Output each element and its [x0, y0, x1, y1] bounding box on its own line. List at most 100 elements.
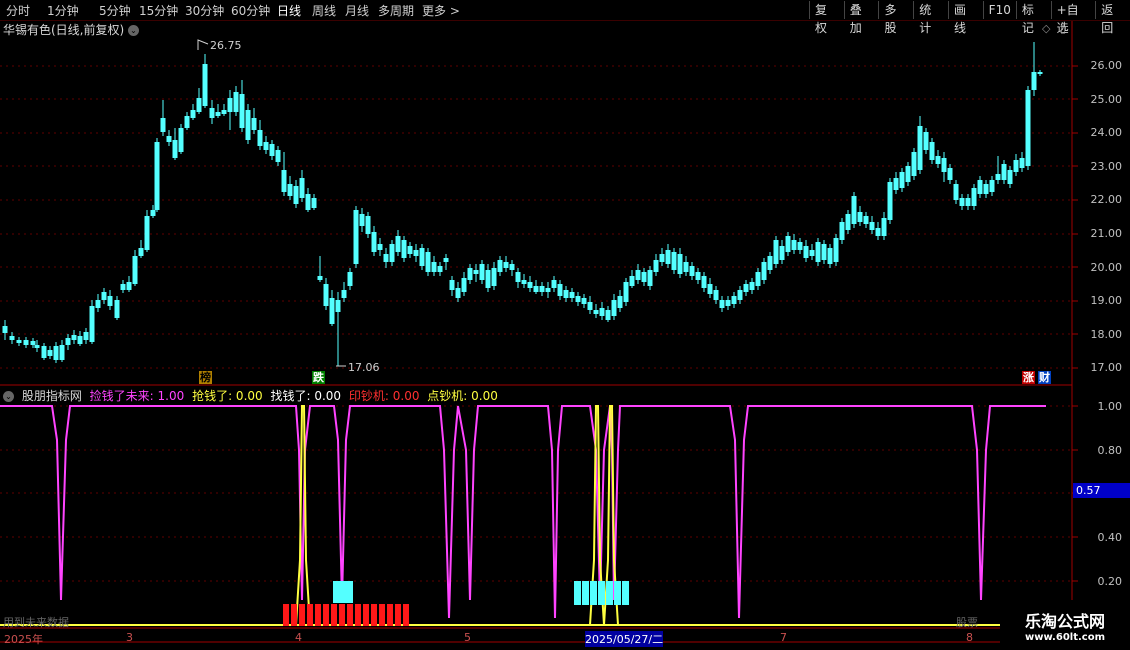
- candle-body-down: [239, 94, 245, 128]
- candle-body-down: [443, 258, 449, 262]
- candle-body-down: [875, 228, 881, 236]
- x-axis-label: 2025年: [4, 633, 43, 646]
- watermark: 乐淘公式网 www.60lt.com: [1000, 600, 1130, 650]
- drop-badge[interactable]: 跌: [312, 371, 325, 384]
- candle-body-down: [689, 266, 695, 276]
- candle-body-down: [623, 282, 629, 302]
- candle-body-down: [737, 290, 743, 300]
- x-axis-label: 5: [464, 631, 471, 644]
- candle-body-down: [34, 345, 40, 348]
- yinchaoji-bar: [299, 604, 305, 626]
- candle-body-down: [65, 338, 71, 345]
- candle-body-down: [545, 288, 551, 292]
- candle-body-down: [353, 210, 359, 264]
- candle-body-down: [407, 246, 413, 254]
- indicator-axis-label: 1.00: [1097, 400, 1123, 413]
- candle-body-down: [1031, 72, 1037, 90]
- yinchaoji-bar: [387, 604, 393, 626]
- indicator-title: ⌄ 股朋指标网 捡钱了未来: 1.00 抢钱了: 0.00 找钱了: 0.00 …: [3, 387, 502, 404]
- indicator-axis-label: 0.80: [1097, 444, 1123, 457]
- candle-body-down: [815, 242, 821, 262]
- candle-body-down: [383, 254, 389, 262]
- candle-body-down: [144, 216, 150, 250]
- candle-body-down: [473, 270, 479, 274]
- candle-body-down: [101, 292, 107, 300]
- candle-body-down: [965, 198, 971, 206]
- candle-body-down: [587, 302, 593, 310]
- price-axis-label: 23.00: [1090, 160, 1123, 173]
- candle-body-down: [515, 272, 521, 282]
- candle-body-down: [317, 276, 323, 280]
- dianchaoji-bar: [574, 581, 581, 605]
- candle-body-down: [455, 288, 461, 298]
- indicator-name: 股朋指标网: [21, 389, 82, 403]
- candle-body-down: [647, 270, 653, 286]
- rank-badge[interactable]: 榜: [199, 371, 212, 384]
- candle-body-down: [923, 132, 929, 150]
- candle-body-down: [773, 240, 779, 264]
- candle-body-down: [1025, 90, 1031, 166]
- price-axis-label: 26.00: [1090, 59, 1123, 72]
- candle-body-down: [749, 282, 755, 290]
- candle-body-down: [971, 188, 977, 206]
- candle-body-down: [389, 244, 395, 262]
- candle-body-down: [731, 296, 737, 304]
- candle-body-down: [959, 198, 965, 206]
- candle-body-down: [497, 260, 503, 272]
- dianchaoji-bar: [333, 581, 341, 603]
- chevron-down-icon[interactable]: ⌄: [128, 25, 140, 36]
- candle-body-down: [863, 216, 869, 224]
- candle-body-down: [41, 346, 47, 358]
- candle-body-down: [126, 282, 132, 290]
- candle-body-down: [527, 282, 533, 288]
- candle-body-down: [1001, 164, 1007, 180]
- candle-body-down: [293, 186, 299, 204]
- rise-badge[interactable]: 涨: [1022, 371, 1035, 384]
- future-data-note: 用到未来数据: [3, 616, 69, 629]
- candle-body-down: [245, 110, 251, 140]
- candle-body-down: [335, 300, 341, 312]
- candle-body-down: [569, 292, 575, 298]
- x-axis-label: 4: [295, 631, 302, 644]
- diamond-icon[interactable]: ◇: [1042, 22, 1050, 35]
- candle-body-down: [419, 248, 425, 266]
- low-price-annotation: 17.06: [348, 361, 380, 374]
- candle-body-down: [977, 180, 983, 194]
- candle-body-down: [683, 262, 689, 272]
- candle-body-down: [509, 264, 515, 270]
- window-toggle-icon[interactable]: ▯: [1060, 22, 1066, 35]
- candle-body-down: [178, 128, 184, 152]
- current-value-marker: 0.57: [1073, 483, 1130, 498]
- candle-body-down: [701, 276, 707, 288]
- candle-body-down: [593, 310, 599, 314]
- candle-body-down: [461, 278, 467, 292]
- yinchaoji-bar: [355, 604, 361, 626]
- candle-body-down: [365, 216, 371, 234]
- candle-body-down: [190, 110, 196, 118]
- finance-badge[interactable]: 财: [1038, 371, 1051, 384]
- candle-body-down: [89, 306, 95, 342]
- x-axis-label: 3: [126, 631, 133, 644]
- candle-body-down: [521, 280, 527, 284]
- candle-body-down: [287, 184, 293, 196]
- candle-body-down: [935, 156, 941, 164]
- candle-body-down: [227, 98, 233, 112]
- candle-body-down: [563, 290, 569, 298]
- yinchaoji-bar: [315, 604, 321, 626]
- candle-body-down: [77, 336, 83, 344]
- candle-body-down: [1019, 158, 1025, 168]
- candle-body-down: [425, 252, 431, 272]
- price-axis-label: 22.00: [1090, 193, 1123, 206]
- candle-body-down: [9, 336, 15, 340]
- high-price-annotation: 26.75: [210, 39, 242, 52]
- candle-body-down: [221, 110, 227, 114]
- candle-body-down: [1013, 160, 1019, 172]
- candle-body-down: [467, 268, 473, 280]
- price-axis-label: 18.00: [1090, 328, 1123, 341]
- candle-body-down: [617, 296, 623, 308]
- candle-body-down: [30, 341, 36, 345]
- indicator-item-jianqian: 捡钱了未来: 1.00: [89, 389, 185, 403]
- chevron-down-icon[interactable]: ⌄: [3, 391, 14, 402]
- candle-body-down: [653, 260, 659, 272]
- candle-body-down: [899, 172, 905, 188]
